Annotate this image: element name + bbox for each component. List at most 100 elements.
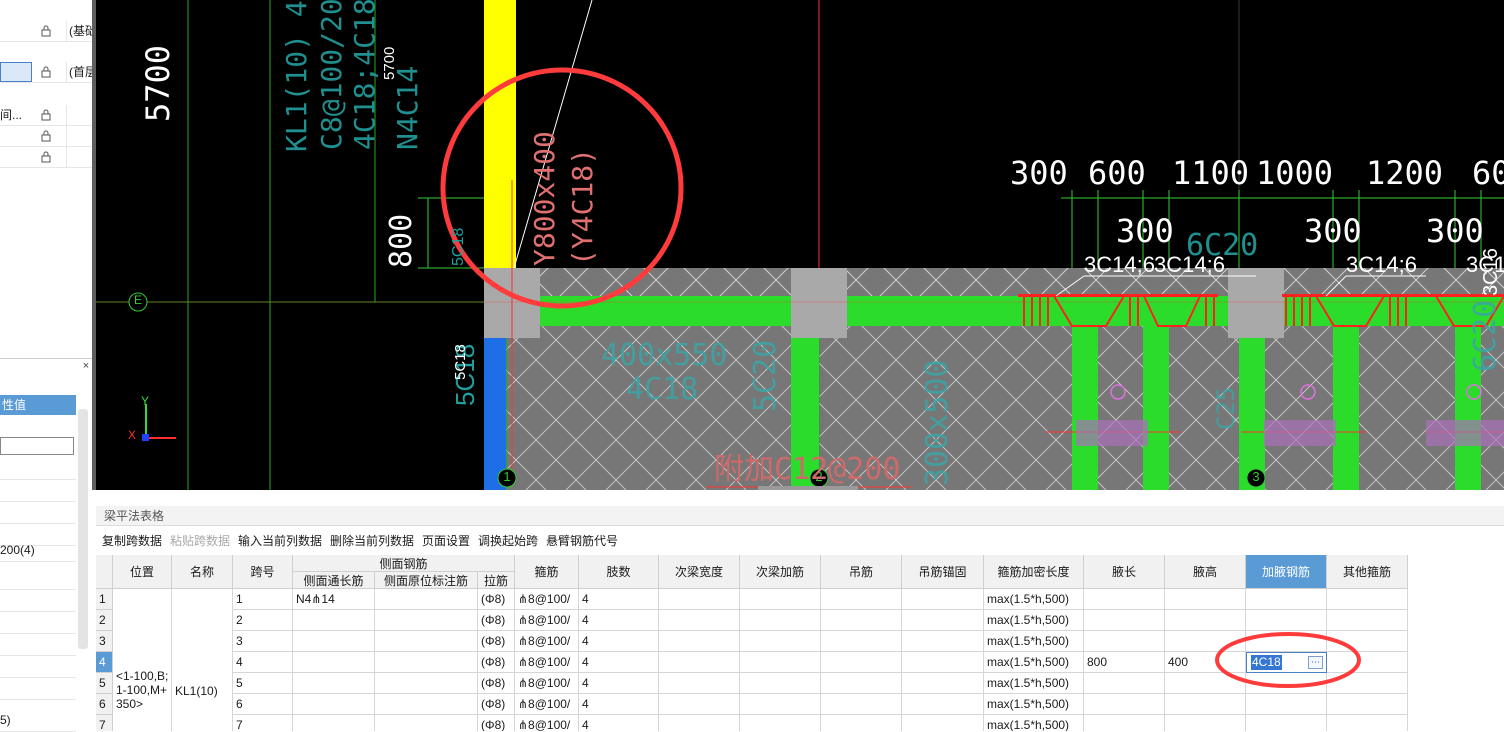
- header-haunch-bar[interactable]: 加腋钢筋: [1246, 555, 1327, 589]
- cell-side-through[interactable]: [293, 673, 375, 694]
- layer-row[interactable]: (基础: [0, 21, 92, 42]
- cell-legs[interactable]: 4: [579, 694, 659, 715]
- cell-side-through[interactable]: [293, 610, 375, 631]
- cell-hanger-anchor[interactable]: [902, 694, 984, 715]
- cell-span[interactable]: 3: [233, 631, 293, 652]
- cell-sec-add[interactable]: [740, 715, 821, 731]
- cell-sec-add[interactable]: [740, 694, 821, 715]
- row-number[interactable]: 1: [96, 589, 113, 610]
- cell-haunch-height[interactable]: [1165, 715, 1246, 731]
- cell-other-stirrup[interactable]: [1327, 694, 1408, 715]
- row-number[interactable]: 6: [96, 694, 113, 715]
- property-row[interactable]: [0, 589, 76, 612]
- header-side-original[interactable]: 侧面原位标注筋: [375, 572, 478, 589]
- cell-hanger[interactable]: [821, 610, 902, 631]
- header-dense-length[interactable]: 箍筋加密长度: [984, 555, 1084, 589]
- property-row[interactable]: [0, 677, 76, 700]
- cell-span[interactable]: 4: [233, 652, 293, 673]
- cell-tie[interactable]: (Φ8): [478, 610, 515, 631]
- cell-stirrup[interactable]: ⋔8@100/: [515, 673, 579, 694]
- cell-hanger-anchor[interactable]: [902, 652, 984, 673]
- cell-span[interactable]: 7: [233, 715, 293, 731]
- cell-haunch-height[interactable]: [1165, 610, 1246, 631]
- cell-sec-add[interactable]: [740, 673, 821, 694]
- header-span[interactable]: 跨号: [233, 555, 293, 589]
- cell-stirrup[interactable]: ⋔8@100/: [515, 715, 579, 731]
- property-row[interactable]: [0, 611, 76, 634]
- property-row[interactable]: [0, 633, 76, 656]
- cell-haunch-length[interactable]: [1084, 610, 1165, 631]
- cell-sec-width[interactable]: [659, 589, 740, 610]
- header-position[interactable]: 位置: [113, 555, 172, 589]
- cell-legs[interactable]: 4: [579, 652, 659, 673]
- property-row[interactable]: [0, 457, 76, 480]
- cell-stirrup[interactable]: ⋔8@100/: [515, 610, 579, 631]
- cell-side-original[interactable]: [375, 652, 478, 673]
- cell-legs[interactable]: 4: [579, 610, 659, 631]
- cell-sec-width[interactable]: [659, 631, 740, 652]
- cell-dense-length[interactable]: max(1.5*h,500): [984, 673, 1084, 694]
- cell-hanger-anchor[interactable]: [902, 715, 984, 731]
- cell-dense-length[interactable]: max(1.5*h,500): [984, 610, 1084, 631]
- cell-legs[interactable]: 4: [579, 631, 659, 652]
- cell-hanger-anchor[interactable]: [902, 673, 984, 694]
- cell-hanger-anchor[interactable]: [902, 589, 984, 610]
- cell-name[interactable]: KL1(10): [172, 589, 233, 731]
- cell-haunch-length[interactable]: [1084, 694, 1165, 715]
- cell-side-through[interactable]: [293, 694, 375, 715]
- cell-stirrup[interactable]: ⋔8@100/: [515, 694, 579, 715]
- cell-other-stirrup[interactable]: [1327, 610, 1408, 631]
- cell-stirrup[interactable]: ⋔8@100/: [515, 631, 579, 652]
- cad-canvas[interactable]: X Y E 1 2 3 5700 5700 800 KL1(10) 400x C…: [96, 0, 1504, 490]
- layer-row[interactable]: [0, 126, 92, 147]
- swap-start-span-button[interactable]: 调换起始跨: [478, 530, 538, 552]
- property-row[interactable]: 200(4): [0, 539, 76, 562]
- copy-span-button[interactable]: 复制跨数据: [102, 530, 162, 552]
- cell-hanger[interactable]: [821, 589, 902, 610]
- row-number[interactable]: 5: [96, 673, 113, 694]
- cell-legs[interactable]: 4: [579, 673, 659, 694]
- cell-hanger-anchor[interactable]: [902, 610, 984, 631]
- cell-haunch-length[interactable]: [1084, 715, 1165, 731]
- input-column-button[interactable]: 输入当前列数据: [238, 530, 322, 552]
- cell-sec-add[interactable]: [740, 610, 821, 631]
- cell-side-original[interactable]: [375, 589, 478, 610]
- property-scrollbar[interactable]: [78, 409, 88, 649]
- layer-row-selected[interactable]: (首层: [0, 62, 92, 83]
- cell-sec-width[interactable]: [659, 694, 740, 715]
- cell-haunch-bar[interactable]: [1246, 610, 1327, 631]
- cell-tie[interactable]: (Φ8): [478, 673, 515, 694]
- header-side-through[interactable]: 侧面通长筋: [293, 572, 375, 589]
- cell-side-through[interactable]: N4⋔14: [293, 589, 375, 610]
- header-haunch-height[interactable]: 腋高: [1165, 555, 1246, 589]
- header-stirrup[interactable]: 箍筋: [515, 555, 579, 589]
- cell-span[interactable]: 1: [233, 589, 293, 610]
- lock-icon[interactable]: [40, 151, 52, 163]
- property-row[interactable]: 5): [0, 709, 76, 732]
- cell-dense-length[interactable]: max(1.5*h,500): [984, 631, 1084, 652]
- property-row[interactable]: [0, 479, 76, 502]
- cell-haunch-height[interactable]: [1165, 589, 1246, 610]
- cell-dense-length[interactable]: max(1.5*h,500): [984, 694, 1084, 715]
- header-haunch-length[interactable]: 腋长: [1084, 555, 1165, 589]
- cell-haunch-length[interactable]: [1084, 631, 1165, 652]
- row-number[interactable]: 7: [96, 715, 113, 731]
- cell-stirrup[interactable]: ⋔8@100/: [515, 589, 579, 610]
- cell-other-stirrup[interactable]: [1327, 715, 1408, 731]
- cell-dense-length[interactable]: max(1.5*h,500): [984, 715, 1084, 731]
- cell-side-original[interactable]: [375, 694, 478, 715]
- lock-icon[interactable]: [40, 66, 52, 78]
- cell-side-original[interactable]: [375, 715, 478, 731]
- cell-tie[interactable]: (Φ8): [478, 589, 515, 610]
- cell-legs[interactable]: 4: [579, 589, 659, 610]
- cell-hanger[interactable]: [821, 694, 902, 715]
- cell-haunch-length[interactable]: [1084, 673, 1165, 694]
- header-side-group[interactable]: 侧面钢筋: [293, 555, 515, 572]
- cell-hanger-anchor[interactable]: [902, 631, 984, 652]
- header-name[interactable]: 名称: [172, 555, 233, 589]
- cell-tie[interactable]: (Φ8): [478, 631, 515, 652]
- cell-haunch-length[interactable]: 800: [1084, 652, 1165, 673]
- cell-tie[interactable]: (Φ8): [478, 715, 515, 731]
- header-sec-width[interactable]: 次梁宽度: [659, 555, 740, 589]
- cell-sec-width[interactable]: [659, 652, 740, 673]
